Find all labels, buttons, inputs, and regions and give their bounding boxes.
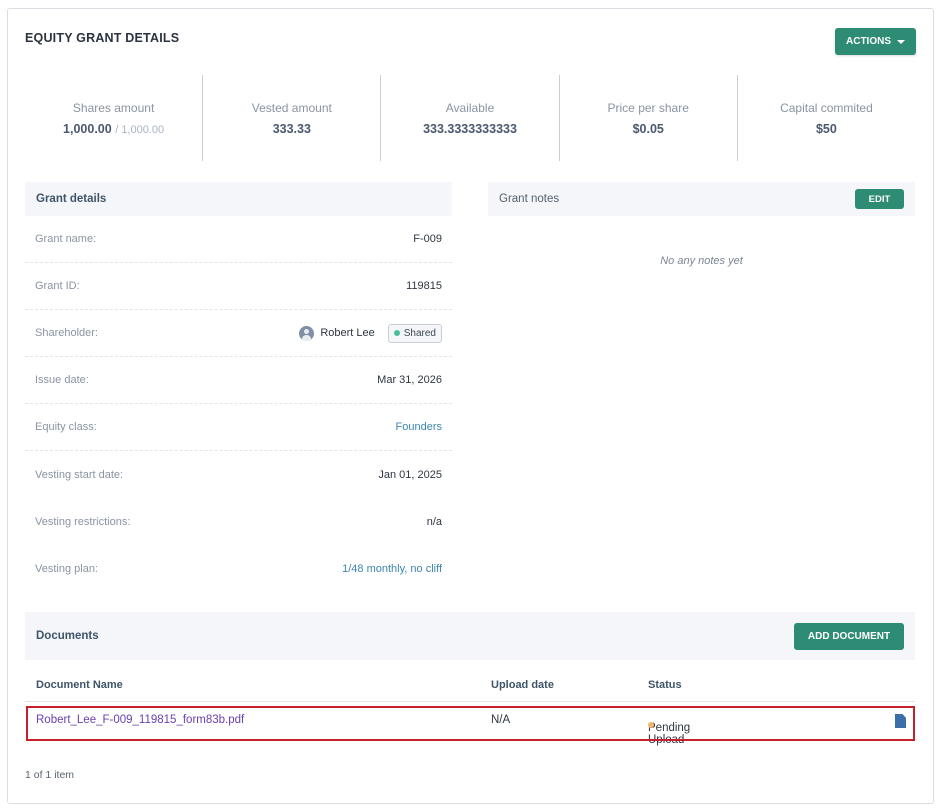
documents-table-header: Document Name Upload date Status: [25, 674, 915, 702]
stat-label: Shares amount: [72, 100, 155, 115]
notes-empty-text: No any notes yet: [660, 255, 743, 267]
grant-details-list: Grant name: F-009 Grant ID: 119815 Share…: [25, 216, 452, 592]
detail-value: Jan 01, 2025: [378, 468, 442, 481]
avatar-icon: [299, 325, 315, 341]
stat-value: 333.3333333333: [423, 121, 517, 136]
stat-label: Capital commited: [780, 100, 873, 115]
pending-dot-icon: [648, 722, 654, 728]
table-row: Robert_Lee_F-009_119815_form83b.pdf N/A …: [25, 706, 915, 746]
add-document-button[interactable]: ADD DOCUMENT: [794, 622, 904, 650]
stat-label: Available: [445, 100, 495, 115]
page-title: EQUITY GRANT DETAILS: [25, 31, 180, 45]
detail-label: Shareholder:: [35, 327, 98, 339]
stat-value: $50: [815, 121, 837, 136]
status-text: Pending Upload: [648, 722, 691, 746]
caret-down-icon: [897, 39, 905, 44]
grant-details-header: Grant details: [25, 182, 452, 216]
stat-label: Price per share: [607, 100, 689, 115]
vesting-plan-link[interactable]: 1/48 monthly, no cliff: [342, 563, 442, 575]
stats-summary: Shares amount 1,000.00 / 1,000.00 Vested…: [25, 75, 915, 161]
detail-row-equity-class: Equity class: Founders: [25, 404, 452, 451]
detail-label: Vesting start date:: [35, 468, 124, 481]
shared-status-badge: Shared: [387, 323, 442, 343]
shares-value: 1,000.00: [63, 121, 112, 136]
documents-header: Documents ADD DOCUMENT: [25, 612, 915, 660]
equity-grant-card: EQUITY GRANT DETAILS ACTIONS Shares amou…: [7, 8, 934, 804]
detail-row-grant-name: Grant name: F-009: [25, 216, 452, 263]
stat-shares-amount: Shares amount 1,000.00 / 1,000.00: [25, 75, 204, 161]
column-status[interactable]: Status: [648, 679, 682, 691]
column-upload-date[interactable]: Upload date: [491, 679, 554, 691]
detail-row-vesting-restrictions: Vesting restrictions: n/a: [25, 498, 452, 545]
column-document-name[interactable]: Document Name: [36, 679, 123, 691]
stat-value: 333.33: [272, 121, 311, 136]
stat-vested-amount: Vested amount 333.33: [203, 75, 382, 161]
equity-class-link[interactable]: Founders: [396, 421, 442, 433]
detail-label: Vesting plan:: [35, 562, 98, 575]
detail-label: Equity class:: [35, 421, 97, 433]
detail-row-vesting-start-date: Vesting start date: Jan 01, 2025: [25, 451, 452, 498]
detail-row-vesting-plan: Vesting plan: 1/48 monthly, no cliff: [25, 545, 452, 592]
status-dot-icon: [393, 330, 400, 336]
detail-label: Vesting restrictions:: [35, 515, 131, 528]
detail-row-issue-date: Issue date: Mar 31, 2026: [25, 357, 452, 404]
upload-date-value: N/A: [491, 714, 511, 726]
stat-value: 1,000.00 / 1,000.00: [63, 122, 164, 136]
stat-label: Vested amount: [251, 100, 332, 115]
stat-value: $0.05: [632, 121, 664, 136]
documents-title: Documents: [36, 630, 99, 642]
shareholder-name[interactable]: Robert Lee: [320, 327, 374, 339]
shares-total: / 1,000.00: [115, 123, 165, 136]
detail-label: Grant ID:: [35, 280, 80, 292]
detail-label: Grant name:: [35, 233, 97, 245]
badge-label: Shared: [403, 327, 436, 339]
edit-notes-button[interactable]: EDIT: [855, 189, 904, 209]
stat-price-per-share: Price per share $0.05: [560, 75, 738, 161]
shareholder-value: Robert Lee Shared: [299, 323, 442, 343]
detail-value: Mar 31, 2026: [377, 374, 442, 386]
actions-dropdown-button[interactable]: ACTIONS: [835, 28, 916, 55]
actions-label: ACTIONS: [846, 36, 891, 47]
detail-value: F-009: [413, 233, 442, 245]
detail-label: Issue date:: [35, 374, 89, 386]
grant-notes-title: Grant notes: [499, 193, 560, 205]
document-name-link[interactable]: Robert_Lee_F-009_119815_form83b.pdf: [36, 714, 244, 726]
pagination-summary: 1 of 1 item: [25, 769, 75, 781]
stat-available: Available 333.3333333333: [381, 75, 560, 161]
stat-capital-commited: Capital commited $50: [738, 75, 915, 161]
file-icon[interactable]: [895, 714, 906, 728]
detail-row-grant-id: Grant ID: 119815: [25, 263, 452, 310]
grant-notes-header: Grant notes EDIT: [488, 182, 915, 216]
detail-row-shareholder: Shareholder: Robert Lee Shared: [25, 310, 452, 357]
detail-value: 119815: [406, 280, 442, 292]
detail-value: n/a: [426, 515, 442, 528]
